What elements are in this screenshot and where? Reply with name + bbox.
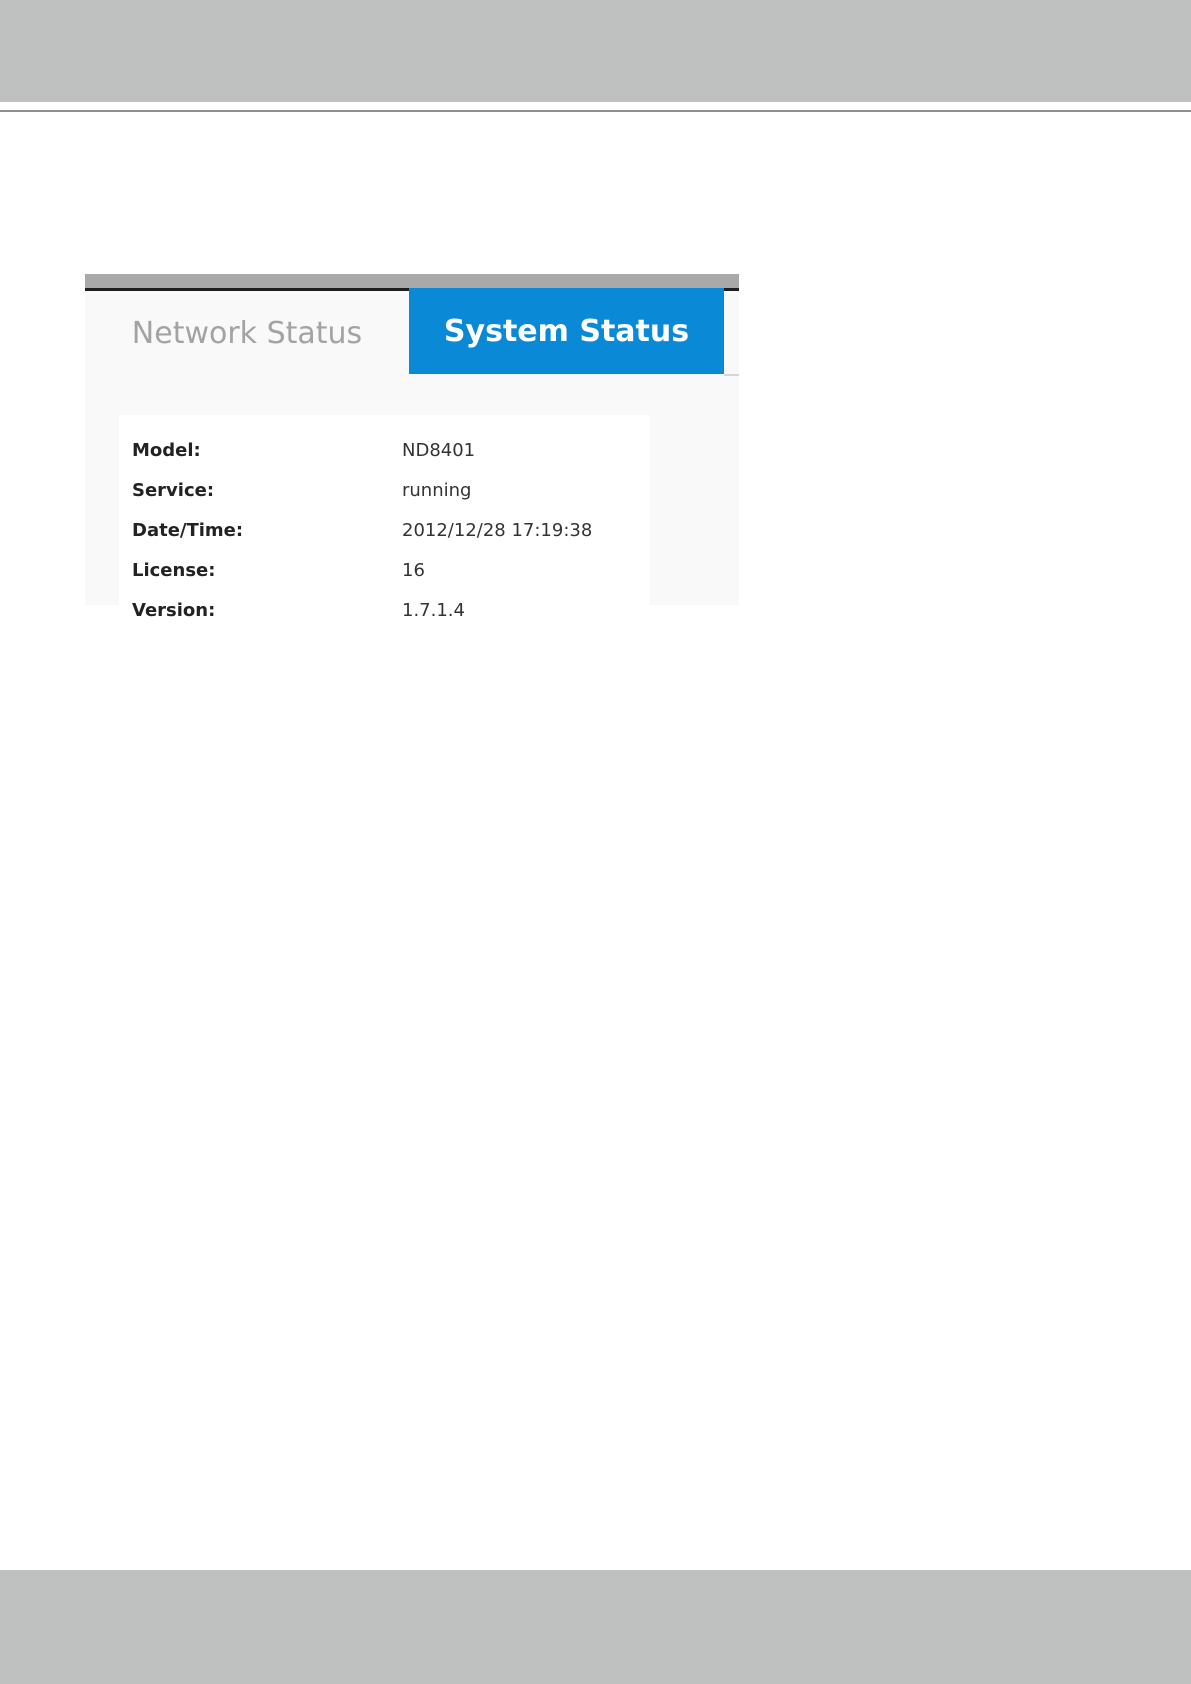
tab-system-status-label: System Status bbox=[443, 313, 690, 349]
header-rule bbox=[0, 110, 1191, 112]
footer-band bbox=[0, 1570, 1191, 1684]
status-panel: Network Status System Status Model: ND84… bbox=[85, 274, 739, 621]
info-row-datetime: Date/Time: 2012/12/28 17:19:38 bbox=[132, 520, 672, 560]
document-page: Network Status System Status Model: ND84… bbox=[0, 0, 1191, 1684]
info-value: ND8401 bbox=[402, 440, 476, 461]
tab-edge-line bbox=[724, 374, 739, 376]
panel-top-bar bbox=[85, 274, 739, 288]
info-row-model: Model: ND8401 bbox=[132, 440, 672, 480]
info-row-version: Version: 1.7.1.4 bbox=[132, 600, 672, 640]
info-value: 2012/12/28 17:19:38 bbox=[402, 520, 593, 541]
info-label: Date/Time: bbox=[132, 520, 244, 541]
tab-network-status[interactable]: Network Status bbox=[85, 291, 409, 375]
info-value: 16 bbox=[402, 560, 425, 581]
info-value: running bbox=[402, 480, 472, 501]
info-value: 1.7.1.4 bbox=[402, 600, 465, 621]
info-row-license: License: 16 bbox=[132, 560, 672, 600]
tab-system-status[interactable]: System Status bbox=[409, 288, 724, 374]
system-info-list: Model: ND8401 Service: running Date/Time… bbox=[132, 440, 672, 640]
info-label: Model: bbox=[132, 440, 201, 461]
info-label: Service: bbox=[132, 480, 215, 501]
info-row-service: Service: running bbox=[132, 480, 672, 520]
info-label: Version: bbox=[132, 600, 216, 621]
tab-network-status-label: Network Status bbox=[131, 315, 363, 351]
info-label: License: bbox=[132, 560, 216, 581]
header-band bbox=[0, 0, 1191, 102]
